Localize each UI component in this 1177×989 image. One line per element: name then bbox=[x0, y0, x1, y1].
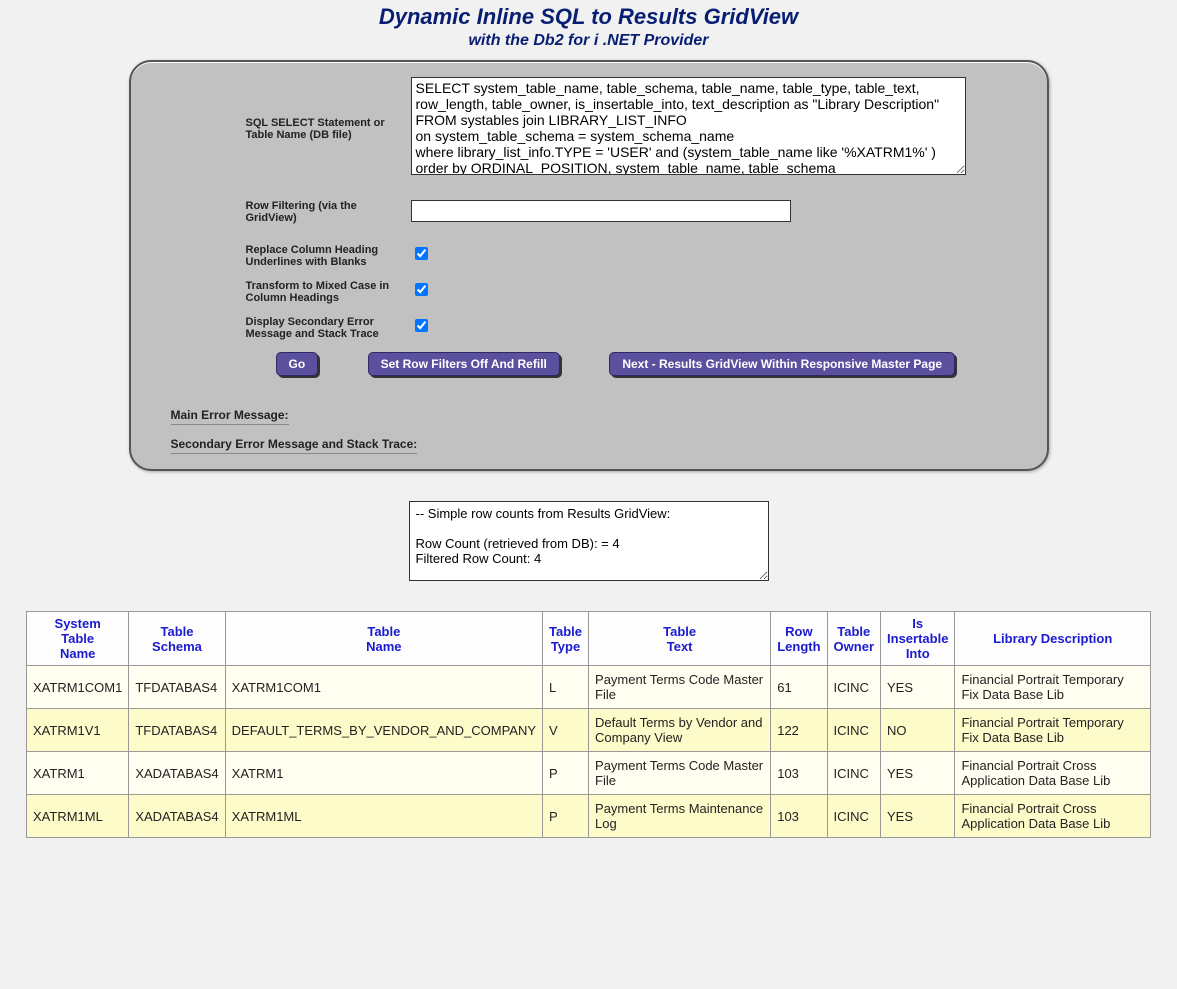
chk-stack[interactable] bbox=[415, 319, 428, 332]
column-header[interactable]: Library Description bbox=[955, 612, 1151, 666]
cell-row-length: 61 bbox=[771, 666, 827, 709]
cell-table-schema: TFDATABAS4 bbox=[129, 709, 225, 752]
cell-table-name: XATRM1COM1 bbox=[225, 666, 542, 709]
cell-table-text: Default Terms by Vendor and Company View bbox=[589, 709, 771, 752]
column-header[interactable]: TableSchema bbox=[129, 612, 225, 666]
cell-table-type: P bbox=[543, 795, 589, 838]
cell-table-owner: ICINC bbox=[827, 752, 880, 795]
chk-replace[interactable] bbox=[415, 247, 428, 260]
cell-table-type: L bbox=[543, 666, 589, 709]
page-title: Dynamic Inline SQL to Results GridView bbox=[0, 4, 1177, 30]
cell-table-text: Payment Terms Maintenance Log bbox=[589, 795, 771, 838]
table-row: XATRM1MLXADATABAS4XATRM1MLPPayment Terms… bbox=[27, 795, 1151, 838]
cell-table-schema: XADATABAS4 bbox=[129, 795, 225, 838]
cell-table-name: XATRM1 bbox=[225, 752, 542, 795]
chk-stack-label: Display Secondary Error Message and Stac… bbox=[151, 316, 411, 340]
column-header[interactable]: TableType bbox=[543, 612, 589, 666]
cell-table-type: P bbox=[543, 752, 589, 795]
main-error-label: Main Error Message: bbox=[171, 408, 289, 425]
cell-row-length: 103 bbox=[771, 795, 827, 838]
cell-is-insertable-into: YES bbox=[881, 666, 955, 709]
cell-system-table-name: XATRM1ML bbox=[27, 795, 129, 838]
cell-system-table-name: XATRM1V1 bbox=[27, 709, 129, 752]
cell-is-insertable-into: YES bbox=[881, 795, 955, 838]
table-row: XATRM1XADATABAS4XATRM1PPayment Terms Cod… bbox=[27, 752, 1151, 795]
cell-row-length: 103 bbox=[771, 752, 827, 795]
cell-table-owner: ICINC bbox=[827, 709, 880, 752]
cell-table-text: Payment Terms Code Master File bbox=[589, 666, 771, 709]
chk-mixed[interactable] bbox=[415, 283, 428, 296]
cell-table-name: DEFAULT_TERMS_BY_VENDOR_AND_COMPANY bbox=[225, 709, 542, 752]
cell-is-insertable-into: NO bbox=[881, 709, 955, 752]
cell-table-text: Payment Terms Code Master File bbox=[589, 752, 771, 795]
cell-library-description: Financial Portrait Cross Application Dat… bbox=[955, 752, 1151, 795]
chk-replace-label: Replace Column Heading Underlines with B… bbox=[151, 244, 411, 268]
sql-label: SQL SELECT Statement or Table Name (DB f… bbox=[151, 77, 411, 141]
page-subtitle: with the Db2 for i .NET Provider bbox=[0, 32, 1177, 50]
set-row-filters-button[interactable]: Set Row Filters Off And Refill bbox=[368, 352, 560, 376]
cell-table-schema: XADATABAS4 bbox=[129, 752, 225, 795]
row-filter-input[interactable] bbox=[411, 200, 791, 222]
column-header[interactable]: IsInsertableInto bbox=[881, 612, 955, 666]
cell-table-schema: TFDATABAS4 bbox=[129, 666, 225, 709]
cell-system-table-name: XATRM1COM1 bbox=[27, 666, 129, 709]
column-header[interactable]: TableName bbox=[225, 612, 542, 666]
column-header[interactable]: SystemTableName bbox=[27, 612, 129, 666]
cell-library-description: Financial Portrait Cross Application Dat… bbox=[955, 795, 1151, 838]
cell-system-table-name: XATRM1 bbox=[27, 752, 129, 795]
cell-library-description: Financial Portrait Temporary Fix Data Ba… bbox=[955, 666, 1151, 709]
chk-mixed-label: Transform to Mixed Case in Column Headin… bbox=[151, 280, 411, 304]
sql-input[interactable]: SELECT system_table_name, table_schema, … bbox=[411, 77, 966, 175]
cell-row-length: 122 bbox=[771, 709, 827, 752]
next-button[interactable]: Next - Results GridView Within Responsiv… bbox=[609, 352, 955, 376]
results-grid: SystemTableNameTableSchemaTableNameTable… bbox=[26, 611, 1151, 838]
cell-table-owner: ICINC bbox=[827, 666, 880, 709]
cell-table-type: V bbox=[543, 709, 589, 752]
cell-table-name: XATRM1ML bbox=[225, 795, 542, 838]
cell-table-owner: ICINC bbox=[827, 795, 880, 838]
table-row: XATRM1COM1TFDATABAS4XATRM1COM1LPayment T… bbox=[27, 666, 1151, 709]
column-header[interactable]: RowLength bbox=[771, 612, 827, 666]
column-header[interactable]: TableOwner bbox=[827, 612, 880, 666]
row-filter-label: Row Filtering (via the GridView) bbox=[151, 200, 411, 224]
form-panel: SQL SELECT Statement or Table Name (DB f… bbox=[129, 60, 1049, 471]
column-header[interactable]: TableText bbox=[589, 612, 771, 666]
secondary-error-label: Secondary Error Message and Stack Trace: bbox=[171, 437, 418, 454]
cell-library-description: Financial Portrait Temporary Fix Data Ba… bbox=[955, 709, 1151, 752]
row-info-box[interactable]: -- Simple row counts from Results GridVi… bbox=[409, 501, 769, 581]
table-row: XATRM1V1TFDATABAS4DEFAULT_TERMS_BY_VENDO… bbox=[27, 709, 1151, 752]
go-button[interactable]: Go bbox=[276, 352, 319, 376]
cell-is-insertable-into: YES bbox=[881, 752, 955, 795]
